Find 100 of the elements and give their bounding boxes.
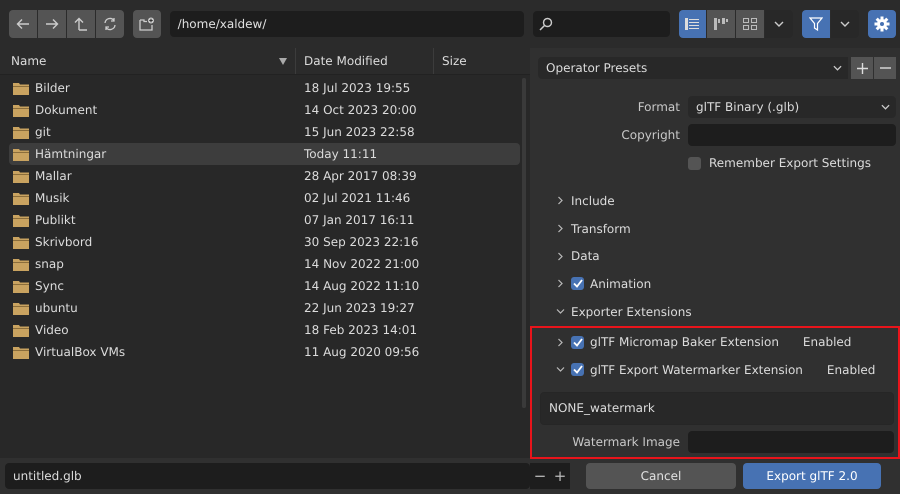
chevron-right-icon <box>556 252 565 261</box>
file-row[interactable]: Dokument 14 Oct 2023 20:00 <box>9 99 520 121</box>
folder-icon <box>13 236 29 248</box>
watermark-text-field[interactable]: NONE_watermark <box>540 392 894 425</box>
cancel-button[interactable]: Cancel <box>586 463 736 489</box>
file-row[interactable]: Skrivbord 30 Sep 2023 22:16 <box>9 231 520 253</box>
modified-date: 15 Jun 2023 22:58 <box>304 125 415 139</box>
folder-icon <box>13 302 29 314</box>
export-button[interactable]: Export glTF 2.0 <box>743 463 881 489</box>
new-folder-button[interactable] <box>132 10 161 38</box>
extension-name: glTF Export Watermarker Extension <box>590 362 803 377</box>
folder-icon <box>13 258 29 270</box>
file-name: Sync <box>35 279 65 293</box>
file-row[interactable]: VirtualBox VMs 11 Aug 2020 09:56 <box>9 341 520 363</box>
column-header[interactable]: Name <box>0 48 296 74</box>
folder-icon <box>13 192 29 204</box>
file-row[interactable]: Sync 14 Aug 2022 11:10 <box>9 275 520 297</box>
chevron-right-icon <box>556 196 565 206</box>
back-button[interactable] <box>9 10 37 38</box>
extension-status: Enabled <box>826 362 876 377</box>
presets-dropdown[interactable]: Operator Presets <box>538 57 848 79</box>
increment-button[interactable]: + <box>550 463 570 489</box>
folder-icon <box>13 82 29 94</box>
column-header[interactable]: Date Modified <box>296 48 434 74</box>
modified-date: 14 Nov 2022 21:00 <box>304 257 420 271</box>
file-name: Musik <box>35 191 70 205</box>
file-name: VirtualBox VMs <box>35 345 126 359</box>
chevron-down-icon <box>556 307 565 316</box>
chevron-right-icon[interactable] <box>556 338 565 347</box>
extension-checkbox[interactable] <box>571 336 584 349</box>
column-header[interactable]: Size <box>434 48 530 74</box>
columns-view-icon <box>714 18 728 30</box>
settings-icon <box>874 16 890 32</box>
extension-status: Enabled <box>802 335 852 350</box>
modified-date: 07 Jan 2017 16:11 <box>304 213 414 227</box>
remember-checkbox[interactable] <box>688 156 701 170</box>
chevron-down-icon <box>774 21 784 27</box>
up-arrow-icon <box>74 17 88 31</box>
chevron-down-icon <box>840 21 850 27</box>
folder-icon <box>13 170 29 182</box>
filter-toggle[interactable] <box>802 10 830 38</box>
search-icon <box>538 17 553 31</box>
file-row[interactable]: Mallar 28 Apr 2017 08:39 <box>9 165 520 187</box>
chevron-down-icon[interactable] <box>556 365 565 374</box>
new-folder-icon <box>138 17 155 31</box>
minus-icon <box>880 67 890 69</box>
file-row[interactable]: ubuntu 22 Jun 2023 19:27 <box>9 297 520 319</box>
decrement-button[interactable]: − <box>530 463 550 489</box>
chevron-right-icon <box>556 279 565 288</box>
modified-date: 22 Jun 2023 19:27 <box>304 301 415 315</box>
folder-icon <box>13 346 29 358</box>
grid-view-icon <box>743 18 758 30</box>
file-name: snap <box>35 257 65 271</box>
folder-icon <box>13 280 29 292</box>
filename-field[interactable]: untitled.glb <box>5 463 530 489</box>
section-header[interactable]: Data <box>538 242 896 270</box>
section-header[interactable]: Exporter Extensions <box>538 298 896 326</box>
folder-icon <box>13 214 29 226</box>
folder-icon <box>13 324 29 336</box>
format-label: Format <box>636 100 680 114</box>
remove-preset-button[interactable] <box>874 57 896 79</box>
folder-icon <box>13 126 29 138</box>
parent-directory-button[interactable] <box>66 10 95 38</box>
file-name: Skrivbord <box>35 235 94 249</box>
file-row[interactable]: Video 18 Feb 2023 14:01 <box>9 319 520 341</box>
refresh-icon <box>102 17 117 31</box>
file-name: Hämtningar <box>35 147 108 161</box>
format-dropdown[interactable]: glTF Binary (.glb) <box>688 96 896 118</box>
chevron-down-icon <box>881 104 890 110</box>
view-mode-button[interactable] <box>678 10 706 38</box>
file-row[interactable]: Hämtningar Today 11:11 <box>9 143 520 165</box>
modified-date: 30 Sep 2023 22:16 <box>304 235 418 249</box>
file-row[interactable]: snap 14 Nov 2022 21:00 <box>9 253 520 275</box>
section-header[interactable]: Animation <box>538 270 896 298</box>
list-view-icon <box>685 18 700 30</box>
forward-button[interactable] <box>38 10 66 38</box>
chevron-right-icon <box>556 224 565 234</box>
filter-icon <box>809 17 824 31</box>
file-row[interactable]: Bilder 18 Jul 2023 19:55 <box>9 77 520 99</box>
file-name: Bilder <box>35 81 71 95</box>
left-arrow-icon <box>16 18 30 30</box>
folder-icon <box>13 104 29 116</box>
column-label: Size <box>442 54 467 68</box>
column-label: Date Modified <box>304 54 388 68</box>
section-header[interactable]: Include <box>538 187 896 215</box>
file-row[interactable]: git 15 Jun 2023 22:58 <box>9 121 520 143</box>
file-row[interactable]: Musik 02 Jul 2021 11:46 <box>9 187 520 209</box>
remember-label: Remember Export Settings <box>709 156 872 170</box>
file-name: Publikt <box>35 213 77 227</box>
refresh-button[interactable] <box>96 10 124 38</box>
section-checkbox[interactable] <box>571 277 584 290</box>
search-field[interactable] <box>532 11 670 37</box>
section-header[interactable]: Transform <box>538 214 896 242</box>
modified-date: 14 Oct 2023 20:00 <box>304 103 417 117</box>
add-preset-button[interactable] <box>851 57 873 79</box>
column-label: Name <box>11 54 46 68</box>
extension-checkbox[interactable] <box>571 363 584 376</box>
path-field[interactable]: /home/xaldew/ <box>170 11 524 37</box>
file-row[interactable]: Publikt 07 Jan 2017 16:11 <box>9 209 520 231</box>
settings-toggle[interactable] <box>868 10 896 38</box>
